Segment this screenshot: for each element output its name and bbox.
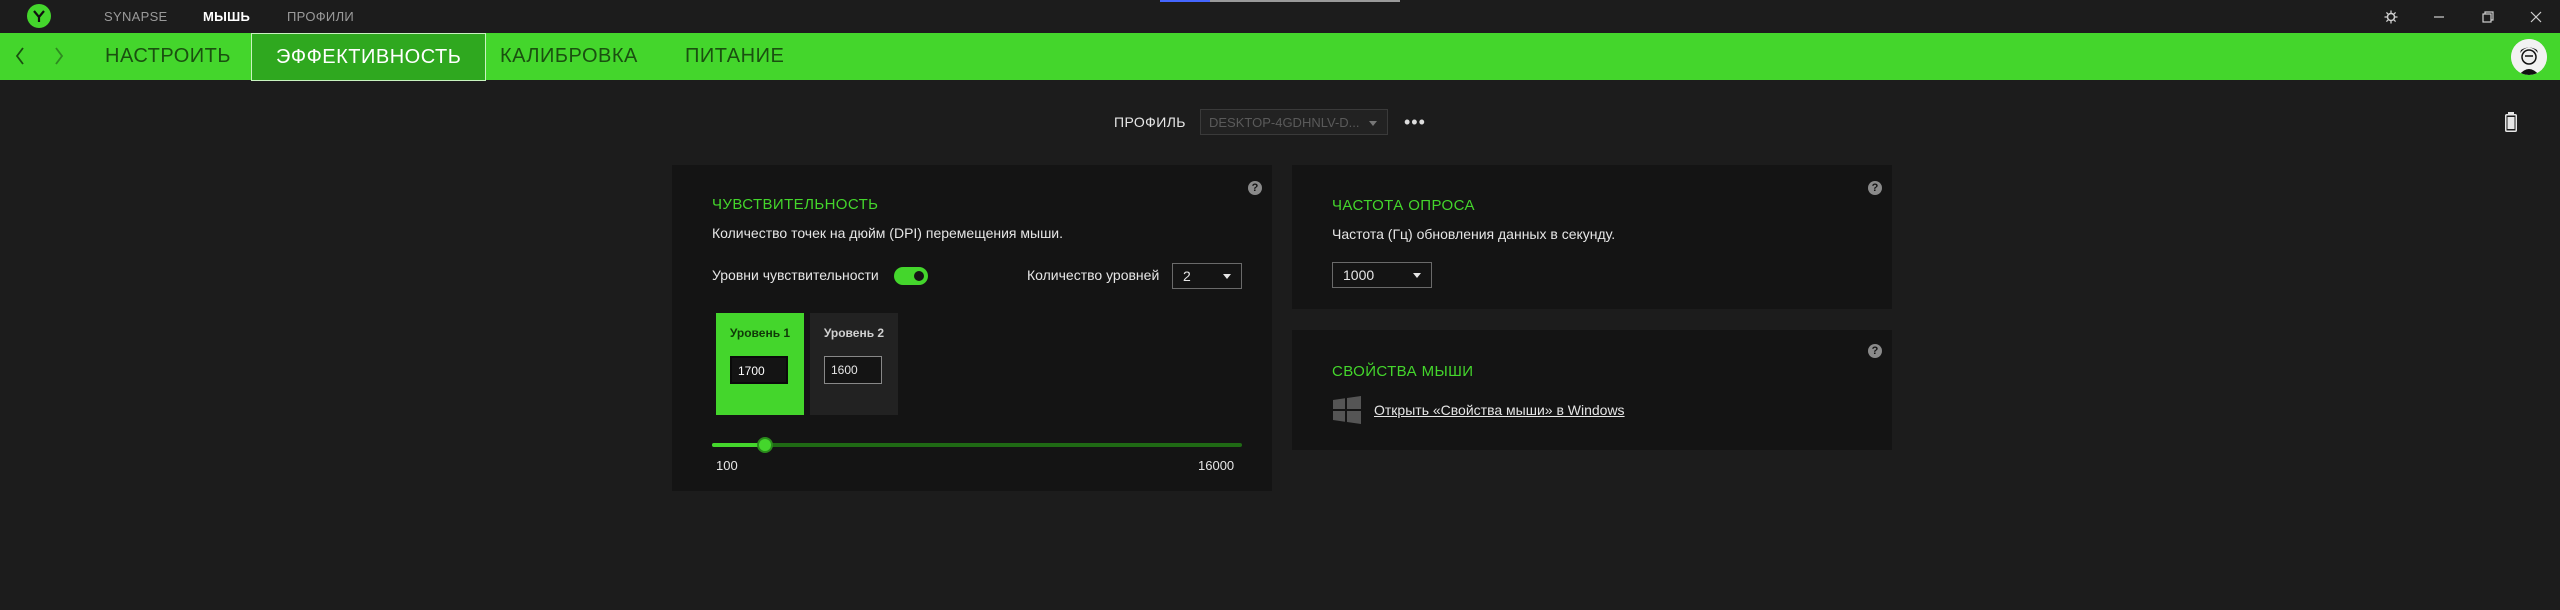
- battery-icon: [2505, 112, 2517, 132]
- levels-count-label: Количество уровней: [1027, 267, 1160, 283]
- dpi-slider-thumb[interactable]: [757, 437, 774, 453]
- tab-customize[interactable]: НАСТРОИТЬ: [105, 33, 231, 80]
- maximize-icon[interactable]: [2479, 8, 2497, 26]
- levels-toggle-label: Уровни чувствительности: [712, 267, 879, 283]
- more-options-button[interactable]: •••: [1404, 112, 1426, 133]
- levels-count-value: 2: [1183, 268, 1191, 284]
- polling-rate-card: ? ЧАСТОТА ОПРОСА Частота (Гц) обновления…: [1292, 165, 1892, 309]
- dpi-slider-min: 100: [716, 458, 738, 473]
- chevron-down-icon: [1413, 273, 1421, 278]
- dpi-slider-track[interactable]: [712, 443, 1242, 447]
- tab-performance[interactable]: ЭФФЕКТИВНОСТЬ: [251, 33, 487, 81]
- razer-logo-icon[interactable]: [27, 4, 51, 28]
- avatar[interactable]: [2511, 39, 2547, 75]
- help-icon[interactable]: ?: [1248, 181, 1262, 195]
- tab-bar: НАСТРОИТЬ ЭФФЕКТИВНОСТЬ КАЛИБРОВКА ПИТАН…: [0, 33, 2560, 81]
- dpi-slider-max: 16000: [1198, 458, 1235, 473]
- help-icon[interactable]: ?: [1868, 344, 1882, 358]
- polling-rate-select[interactable]: 1000: [1332, 262, 1432, 288]
- dpi-level-input[interactable]: 1700: [730, 356, 788, 384]
- help-icon[interactable]: ?: [1868, 181, 1882, 195]
- tab-calibration[interactable]: КАЛИБРОВКА: [500, 33, 638, 80]
- settings-icon[interactable]: [2382, 8, 2400, 26]
- sensitivity-card: ? ЧУВСТВИТЕЛЬНОСТЬ Количество точек на д…: [672, 165, 1272, 491]
- polling-title: ЧАСТОТА ОПРОСА: [1332, 197, 1475, 214]
- close-icon[interactable]: [2527, 8, 2545, 26]
- chevron-down-icon: [1369, 121, 1377, 126]
- profile-select[interactable]: DESKTOP-4GDHNLV-D...: [1200, 109, 1388, 135]
- back-icon[interactable]: [10, 45, 30, 67]
- sensitivity-description: Количество точек на дюйм (DPI) перемещен…: [712, 225, 1064, 241]
- topnav-mouse[interactable]: МЫШЬ: [203, 9, 250, 24]
- topnav-profiles[interactable]: ПРОФИЛИ: [287, 9, 354, 24]
- windows-icon: [1332, 395, 1362, 425]
- levels-toggle[interactable]: [894, 267, 928, 285]
- topnav-synapse[interactable]: SYNAPSE: [104, 9, 168, 24]
- open-mouse-properties-link[interactable]: Открыть «Свойства мыши» в Windows: [1374, 402, 1625, 418]
- dpi-level-2[interactable]: Уровень 2 1600: [810, 313, 898, 415]
- polling-description: Частота (Гц) обновления данных в секунду…: [1332, 226, 1616, 242]
- title-bar: SYNAPSE МЫШЬ ПРОФИЛИ: [0, 0, 2560, 33]
- mouse-properties-title: СВОЙСТВА МЫШИ: [1332, 363, 1474, 380]
- forward-icon[interactable]: [49, 45, 69, 67]
- profile-select-value: DESKTOP-4GDHNLV-D...: [1209, 115, 1360, 130]
- dpi-level-label: Уровень 2: [823, 326, 885, 340]
- minimize-icon[interactable]: [2430, 8, 2448, 26]
- sensitivity-title: ЧУВСТВИТЕЛЬНОСТЬ: [712, 196, 879, 213]
- top-indicator: [1160, 0, 1400, 2]
- mouse-properties-card: ? СВОЙСТВА МЫШИ Открыть «Свойства мыши» …: [1292, 330, 1892, 450]
- profile-label: ПРОФИЛЬ: [1114, 114, 1186, 130]
- levels-count-select[interactable]: 2: [1172, 263, 1242, 289]
- dpi-level-input[interactable]: 1600: [824, 356, 882, 384]
- dpi-level-1[interactable]: Уровень 1 1700: [716, 313, 804, 415]
- polling-rate-value: 1000: [1343, 267, 1375, 283]
- chevron-down-icon: [1223, 274, 1231, 279]
- tab-power[interactable]: ПИТАНИЕ: [685, 33, 784, 80]
- dpi-level-label: Уровень 1: [729, 326, 791, 340]
